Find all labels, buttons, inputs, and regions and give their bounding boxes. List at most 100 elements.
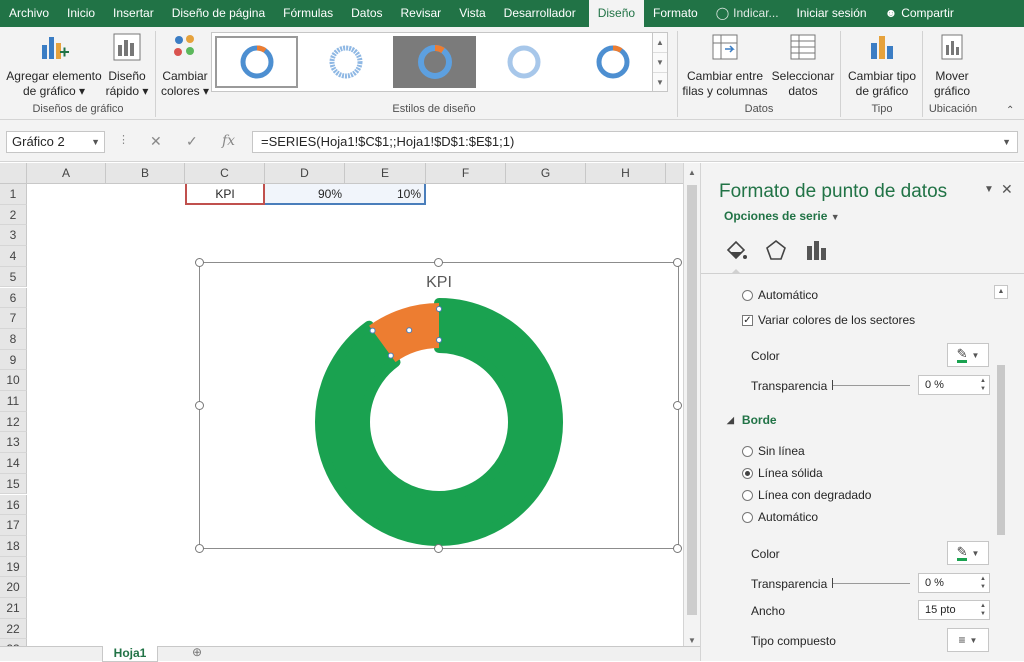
tab-datos[interactable]: Datos <box>342 0 391 27</box>
border-none-option[interactable]: Sin línea <box>742 444 805 458</box>
share-button[interactable]: ☻ Compartir <box>876 0 963 27</box>
row-header[interactable]: 17 <box>0 515 27 536</box>
radio-button[interactable] <box>742 289 753 301</box>
collapse-ribbon-icon[interactable]: ⌃ <box>1006 105 1014 116</box>
column-header-g[interactable]: G <box>506 163 586 184</box>
tab-insertar[interactable]: Insertar <box>104 0 163 27</box>
pane-options-icon[interactable]: ▼ <box>984 184 994 195</box>
pane-scrollbar[interactable]: ▲ <box>994 285 1008 661</box>
row-header[interactable]: 1 <box>0 184 27 205</box>
tab-vista[interactable]: Vista <box>450 0 494 27</box>
row-header[interactable]: 10 <box>0 370 27 391</box>
fill-line-icon[interactable] <box>723 237 749 263</box>
tab-archivo[interactable]: Archivo <box>0 0 58 27</box>
row-header[interactable]: 8 <box>0 328 27 350</box>
column-header-f[interactable]: F <box>426 163 506 184</box>
chart-style-2[interactable] <box>304 36 387 88</box>
row-header[interactable]: 5 <box>0 266 27 288</box>
spinner-icon[interactable]: ▲ ▼ <box>980 377 986 393</box>
gallery-up-icon[interactable]: ▲ <box>653 33 667 53</box>
doughnut-chart[interactable] <box>200 263 678 548</box>
series-options-icon[interactable] <box>803 237 829 263</box>
row-header[interactable]: 7 <box>0 308 27 329</box>
fill-color-picker[interactable]: ✎ ▼ <box>947 343 989 367</box>
row-header[interactable]: 6 <box>0 287 27 309</box>
insert-function-icon[interactable]: fx <box>222 133 235 149</box>
compound-type-picker[interactable]: ≡ ▼ <box>947 628 989 652</box>
enter-icon[interactable]: ✓ <box>186 133 198 150</box>
row-header[interactable]: 22 <box>0 618 27 640</box>
formula-input[interactable]: =SERIES(Hoja1!$C$1;;Hoja1!$D$1:$E$1;1) ▼ <box>252 131 1018 153</box>
scroll-thumb[interactable] <box>687 185 697 615</box>
selection-handle[interactable] <box>436 337 442 343</box>
move-chart-button[interactable]: Mover gráfico <box>926 31 978 99</box>
tell-me-search[interactable]: ◯ Indicar... <box>707 0 788 27</box>
resize-handle[interactable] <box>673 544 682 553</box>
chart-area[interactable]: KPI <box>195 258 682 553</box>
resize-handle[interactable] <box>434 258 443 267</box>
sheet-tab-hoja1[interactable]: Hoja1 <box>102 646 158 662</box>
radio-button[interactable] <box>742 445 753 457</box>
chart-style-1[interactable] <box>215 36 298 88</box>
row-header[interactable]: 13 <box>0 432 27 454</box>
tab-desarrollador[interactable]: Desarrollador <box>495 0 585 27</box>
signin-link[interactable]: Iniciar sesión <box>788 0 876 27</box>
expand-formula-icon[interactable]: ▼ <box>1002 132 1011 152</box>
chevron-down-icon[interactable]: ▼ <box>91 132 100 152</box>
column-header-a[interactable]: A <box>27 163 106 184</box>
add-chart-element-button[interactable]: Agregar elemento de gráfico ▾ <box>4 31 104 99</box>
border-automatic-option[interactable]: Automático <box>742 510 818 524</box>
resize-handle[interactable] <box>673 258 682 267</box>
border-gradient-option[interactable]: Línea con degradado <box>742 488 871 502</box>
row-header[interactable]: 14 <box>0 453 27 474</box>
change-colors-button[interactable]: Cambiar colores ▾ <box>160 31 210 99</box>
vary-colors-option[interactable]: ✓ Variar colores de los sectores <box>742 313 915 327</box>
effects-icon[interactable] <box>763 237 789 263</box>
row-header[interactable]: 11 <box>0 391 27 412</box>
row-header[interactable]: 20 <box>0 577 27 598</box>
tab-revisar[interactable]: Revisar <box>392 0 451 27</box>
switch-row-column-button[interactable]: Cambiar entre filas y columnas <box>682 31 768 99</box>
series-options-dropdown[interactable]: Opciones de serie ▼ <box>724 209 840 223</box>
cell-c1[interactable]: KPI <box>185 184 265 205</box>
border-transparency-slider[interactable] <box>832 578 910 588</box>
scroll-thumb[interactable] <box>997 365 1005 535</box>
cell-e1[interactable]: 10% <box>345 184 426 205</box>
width-input[interactable]: 15 pto ▲ ▼ <box>918 600 990 620</box>
column-header-e[interactable]: E <box>345 163 426 184</box>
column-header-d[interactable]: D <box>265 163 345 184</box>
tab-inicio[interactable]: Inicio <box>58 0 104 27</box>
chart-style-4[interactable] <box>482 36 565 88</box>
fill-transparency-input[interactable]: 0 % ▲ ▼ <box>918 375 990 395</box>
gallery-more-icon[interactable]: ▼ <box>653 73 667 93</box>
row-header[interactable]: 9 <box>0 349 27 371</box>
border-transparency-input[interactable]: 0 % ▲ ▼ <box>918 573 990 593</box>
row-header[interactable]: 2 <box>0 204 27 226</box>
radio-button[interactable] <box>742 489 753 501</box>
row-header[interactable]: 21 <box>0 598 27 619</box>
radio-button[interactable] <box>742 511 753 523</box>
vertical-scrollbar[interactable]: ▲ ▼ <box>683 163 700 661</box>
tab-diseno[interactable]: Diseño <box>588 0 645 27</box>
row-header[interactable]: 15 <box>0 473 27 495</box>
quick-layout-button[interactable]: Diseño rápido ▾ <box>104 31 150 99</box>
close-icon[interactable]: ✕ <box>1001 181 1013 198</box>
gallery-down-icon[interactable]: ▼ <box>653 53 667 73</box>
selection-handle[interactable] <box>387 352 394 359</box>
chart-style-3[interactable] <box>393 36 476 88</box>
row-header[interactable]: 16 <box>0 494 27 516</box>
column-header-b[interactable]: B <box>106 163 185 184</box>
selection-handle[interactable] <box>369 327 376 334</box>
border-color-picker[interactable]: ✎ ▼ <box>947 541 989 565</box>
radio-button-selected[interactable] <box>742 467 753 479</box>
column-header-c[interactable]: C <box>185 163 265 184</box>
row-header[interactable]: 18 <box>0 535 27 557</box>
scroll-up-icon[interactable]: ▲ <box>994 285 1008 299</box>
tab-formato[interactable]: Formato <box>644 0 707 27</box>
resize-handle[interactable] <box>673 401 682 410</box>
border-solid-option[interactable]: Línea sólida <box>742 466 823 480</box>
tab-formulas[interactable]: Fórmulas <box>274 0 342 27</box>
resize-handle[interactable] <box>195 401 204 410</box>
cancel-icon[interactable]: ✕ <box>150 133 162 150</box>
select-data-button[interactable]: Seleccionar datos <box>770 31 836 99</box>
